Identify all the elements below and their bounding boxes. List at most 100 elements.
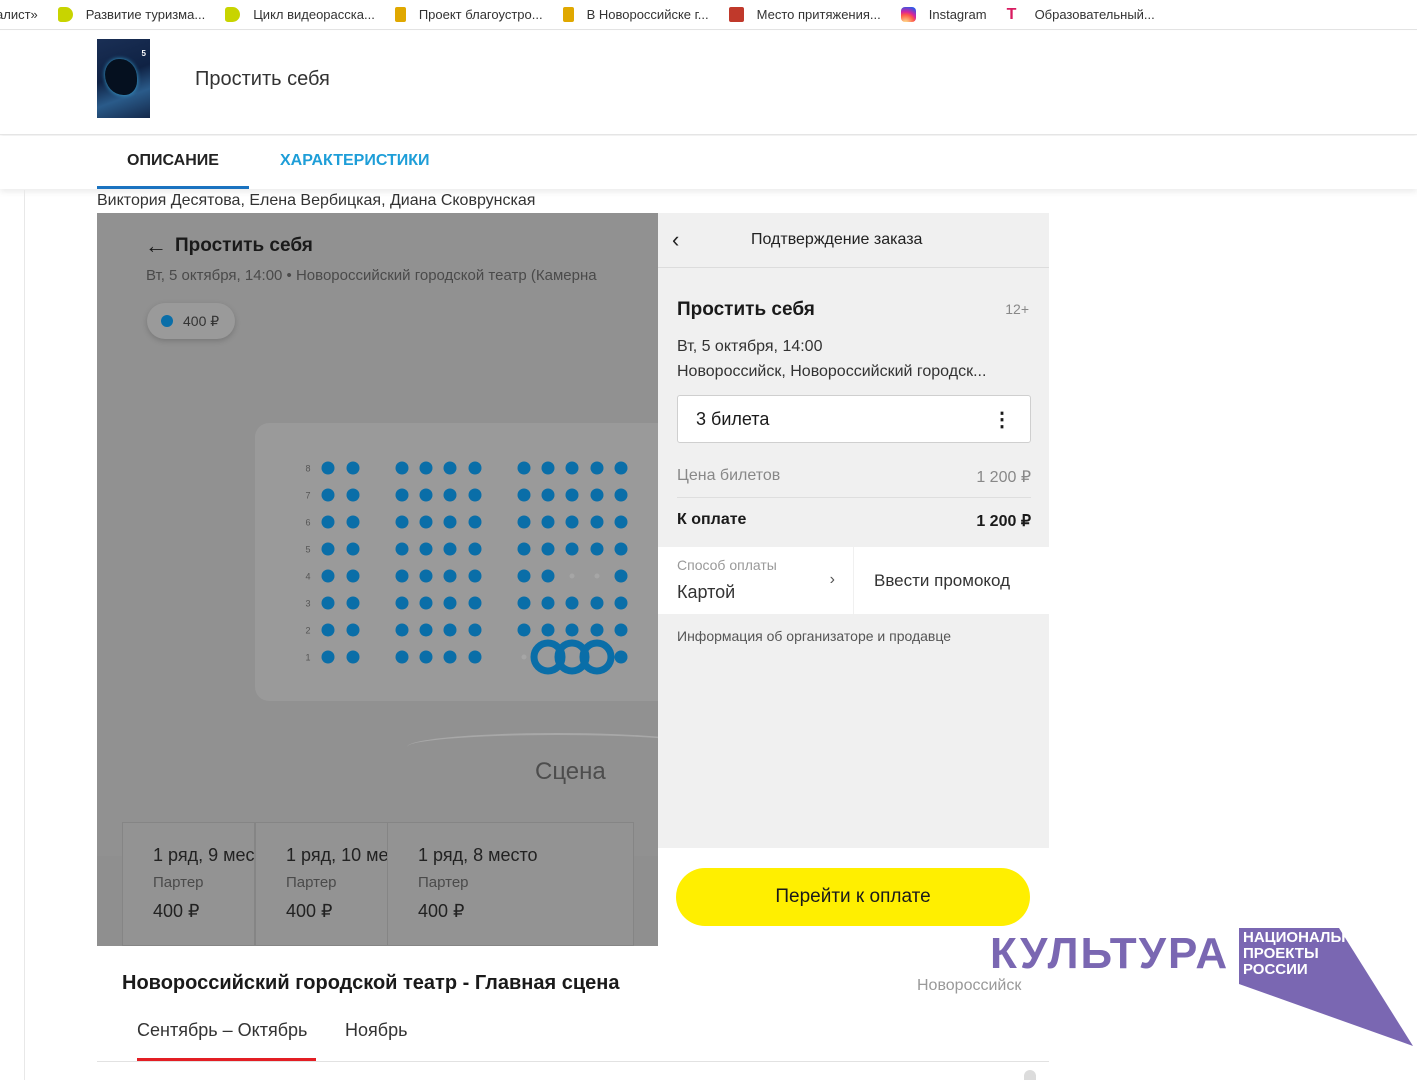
seat[interactable] (443, 488, 457, 502)
seat[interactable] (443, 650, 457, 664)
seat[interactable] (419, 569, 433, 583)
bookmark-item[interactable]: Instagram (900, 7, 987, 22)
seat[interactable] (395, 569, 409, 583)
seat[interactable] (590, 623, 604, 637)
seat[interactable] (395, 488, 409, 502)
seat[interactable] (321, 569, 335, 583)
seat[interactable] (346, 461, 360, 475)
more-vertical-icon[interactable]: ⋮ (992, 407, 1012, 432)
seat[interactable] (614, 542, 628, 556)
seat[interactable] (443, 569, 457, 583)
seat[interactable] (468, 569, 482, 583)
seat[interactable] (517, 569, 531, 583)
bookmark-item[interactable]: алист» (0, 7, 38, 22)
seat[interactable] (468, 461, 482, 475)
seat[interactable] (541, 623, 555, 637)
seat[interactable] (321, 488, 335, 502)
seat[interactable] (419, 650, 433, 664)
tab-month-sep-oct[interactable]: Сентябрь – Октябрь (137, 1020, 307, 1041)
seat[interactable] (590, 542, 604, 556)
seat[interactable] (590, 461, 604, 475)
seat[interactable] (346, 623, 360, 637)
tab-month-nov[interactable]: Ноябрь (345, 1020, 407, 1041)
tab-characteristics[interactable]: ХАРАКТЕРИСТИКИ (280, 136, 430, 189)
bookmark-item[interactable]: T Образовательный... (1007, 7, 1155, 23)
seat[interactable] (468, 488, 482, 502)
tickets-selector[interactable]: 3 билета ⋮ (677, 395, 1031, 443)
seat[interactable] (321, 461, 335, 475)
seat[interactable] (321, 650, 335, 664)
seat[interactable] (541, 542, 555, 556)
seat[interactable] (590, 596, 604, 610)
seat[interactable] (321, 596, 335, 610)
seat[interactable] (443, 542, 457, 556)
payment-method-selector[interactable]: Способ оплаты Картой › (658, 547, 853, 614)
seat[interactable] (395, 542, 409, 556)
seat[interactable] (419, 542, 433, 556)
seat[interactable] (395, 596, 409, 610)
seat[interactable] (614, 488, 628, 502)
seat[interactable] (614, 623, 628, 637)
chevron-left-icon[interactable]: ‹ (672, 227, 679, 253)
seat[interactable] (614, 650, 628, 664)
seat[interactable] (321, 623, 335, 637)
seat[interactable] (590, 515, 604, 529)
seat[interactable] (517, 515, 531, 529)
proceed-to-payment-button[interactable]: Перейти к оплате (676, 868, 1030, 926)
organizer-info-link[interactable]: Информация об организаторе и продавце (677, 628, 951, 644)
seat[interactable] (468, 596, 482, 610)
promo-code-button[interactable]: Ввести промокод (854, 547, 1049, 614)
seat[interactable] (565, 488, 579, 502)
seat[interactable] (541, 515, 555, 529)
seat[interactable] (443, 596, 457, 610)
seat[interactable] (321, 542, 335, 556)
seat[interactable] (346, 515, 360, 529)
seat[interactable] (443, 623, 457, 637)
seat[interactable] (565, 542, 579, 556)
tab-description[interactable]: ОПИСАНИЕ (97, 136, 249, 189)
seat[interactable] (565, 623, 579, 637)
selected-seat-card[interactable]: 1 ряд, 8 место Партер 400 ₽ (387, 822, 634, 946)
event-poster[interactable]: 5 (97, 39, 150, 118)
selected-seat-card[interactable]: 1 ряд, 10 место Партер 400 ₽ (255, 822, 388, 946)
seat[interactable] (565, 461, 579, 475)
seat[interactable] (346, 650, 360, 664)
seat[interactable] (541, 569, 555, 583)
seat[interactable] (395, 650, 409, 664)
seat[interactable] (565, 596, 579, 610)
seat[interactable] (419, 461, 433, 475)
seat[interactable] (346, 542, 360, 556)
seat[interactable] (419, 623, 433, 637)
seat[interactable] (468, 542, 482, 556)
seat[interactable] (468, 623, 482, 637)
seat[interactable] (321, 515, 335, 529)
seat[interactable] (346, 488, 360, 502)
bookmark-item[interactable]: Цикл видеорасска... (225, 7, 375, 22)
seat[interactable] (517, 461, 531, 475)
seat[interactable] (468, 515, 482, 529)
seat[interactable] (541, 461, 555, 475)
seat[interactable] (614, 596, 628, 610)
seat[interactable] (443, 461, 457, 475)
seat[interactable] (614, 569, 628, 583)
seat[interactable] (419, 596, 433, 610)
seat[interactable] (590, 488, 604, 502)
selected-seat-card[interactable]: 1 ряд, 9 место Партер 400 ₽ (122, 822, 255, 946)
seat[interactable] (395, 515, 409, 529)
seat[interactable] (346, 569, 360, 583)
seat[interactable] (565, 515, 579, 529)
seat[interactable] (614, 515, 628, 529)
seat[interactable] (541, 596, 555, 610)
seat[interactable] (419, 515, 433, 529)
seat[interactable] (395, 623, 409, 637)
seat[interactable] (541, 488, 555, 502)
seat[interactable] (517, 542, 531, 556)
seat[interactable] (468, 650, 482, 664)
seat[interactable] (443, 515, 457, 529)
seat[interactable] (395, 461, 409, 475)
bookmark-item[interactable]: Развитие туризма... (57, 7, 205, 22)
seat[interactable] (517, 488, 531, 502)
seat[interactable] (517, 596, 531, 610)
bookmark-item[interactable]: В Новороссийске г... (562, 7, 709, 22)
bookmark-item[interactable]: Проект благоустро... (394, 7, 543, 22)
